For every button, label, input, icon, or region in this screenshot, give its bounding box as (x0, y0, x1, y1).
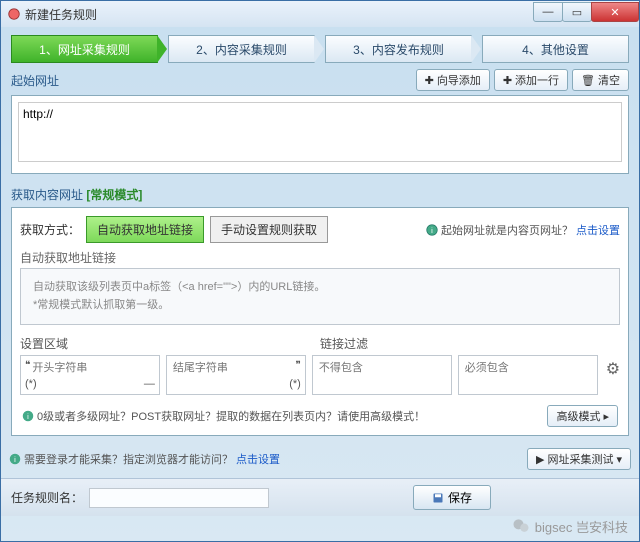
content-url-panel: 获取方式： 自动获取地址链接 手动设置规则获取 i 起始网址就是内容页网址？ 点… (11, 207, 629, 436)
quote-close-icon: ❞ (295, 360, 300, 376)
begin-input[interactable] (30, 360, 155, 376)
clear-button[interactable]: 🗑 清空 (572, 69, 629, 91)
exclude-input[interactable] (317, 360, 447, 376)
info-icon: i (22, 410, 34, 422)
login-set-link[interactable]: 点击设置 (236, 451, 280, 467)
maximize-button[interactable]: ▭ (562, 2, 592, 22)
auto-fetch-sublabel: 自动获取地址链接 (20, 249, 620, 266)
footer-bar: 任务规则名： 保存 (1, 478, 639, 516)
start-url-label: 起始网址 (11, 72, 59, 89)
minimize-button[interactable]: — (533, 2, 563, 22)
step-2[interactable]: 2、内容采集规则 (168, 35, 315, 63)
area-begin-group: ❝ (*)— (20, 355, 160, 395)
window: 新建任务规则 — ▭ ✕ 1、网址采集规则 2、内容采集规则 3、内容发布规则 … (0, 0, 640, 542)
wildcard-icon-2[interactable]: (*) (289, 378, 301, 390)
save-button[interactable]: 保存 (413, 485, 491, 510)
wildcard-icon[interactable]: (*) (25, 378, 37, 390)
tab-auto-fetch[interactable]: 自动获取地址链接 (86, 216, 204, 243)
filter-include-group (458, 355, 598, 395)
filter-label: 链接过滤 (320, 335, 620, 352)
window-title: 新建任务规则 (25, 6, 97, 23)
start-url-panel (11, 95, 629, 174)
advanced-hint: i 0级或者多级网址？POST获取网址？提取的数据在列表页内？请使用高级模式！ (22, 408, 425, 424)
gear-icon[interactable]: ⚙ (606, 359, 620, 395)
titlebar: 新建任务规则 — ▭ ✕ (1, 1, 639, 27)
end-input[interactable] (171, 360, 296, 376)
add-row-button[interactable]: ✚ 添加一行 (494, 69, 568, 91)
step-3[interactable]: 3、内容发布规则 (325, 35, 472, 63)
task-name-input[interactable] (89, 488, 269, 508)
wizard-add-button[interactable]: ✚ 向导添加 (416, 69, 490, 91)
wizard-steps: 1、网址采集规则 2、内容采集规则 3、内容发布规则 4、其他设置 (11, 35, 629, 63)
area-label: 设置区域 (20, 335, 320, 352)
close-button[interactable]: ✕ (591, 2, 639, 22)
step-1[interactable]: 1、网址采集规则 (11, 35, 158, 63)
tab-manual-fetch[interactable]: 手动设置规则获取 (210, 216, 328, 243)
app-icon (7, 7, 21, 21)
start-url-input[interactable] (18, 102, 622, 162)
task-name-label: 任务规则名： (11, 489, 83, 506)
auto-fetch-hint: 自动获取该级列表页中a标签（<a href="">）内的URL链接。 *常规模式… (20, 268, 620, 325)
save-icon (432, 492, 444, 504)
area-end-group: ❞ (*) (166, 355, 306, 395)
fetch-method-label: 获取方式： (20, 221, 80, 238)
url-test-button[interactable]: ▶ 网址采集测试 ▾ (527, 448, 631, 470)
click-set-link[interactable]: 点击设置 (576, 222, 620, 238)
watermark: bigsec 岂安科技 (511, 516, 628, 536)
dash-icon: — (144, 378, 155, 390)
content-hint: i 起始网址就是内容页网址？ 点击设置 (426, 222, 620, 238)
info-icon: i (9, 453, 21, 465)
info-icon: i (426, 224, 438, 236)
content-url-label: 获取内容网址 (11, 188, 83, 202)
advanced-mode-button[interactable]: 高级模式 ▸ (547, 405, 618, 427)
login-hint: i 需要登录才能采集？指定浏览器才能访问？ 点击设置 (9, 451, 280, 467)
step-4[interactable]: 4、其他设置 (482, 35, 629, 63)
filter-exclude-group (312, 355, 452, 395)
include-input[interactable] (463, 360, 593, 376)
mode-label: [常规模式] (86, 188, 142, 202)
